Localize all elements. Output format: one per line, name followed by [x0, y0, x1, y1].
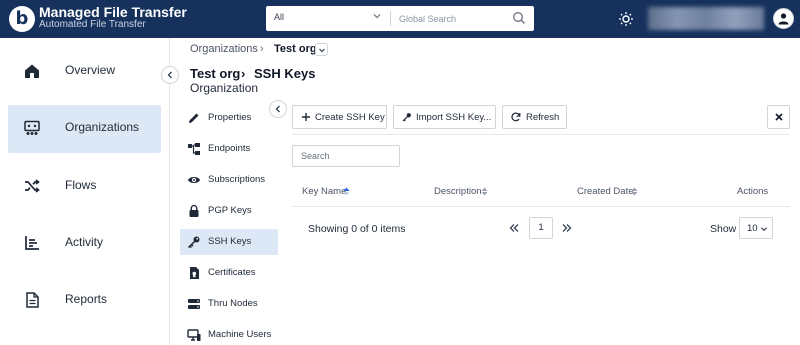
certificate-icon [190, 267, 199, 279]
page-title-separator: › [241, 66, 246, 81]
page-subtitle: Organization [190, 81, 259, 95]
chevron-down-icon [319, 48, 325, 53]
plus-icon [302, 113, 310, 121]
sidebar-item-label: Flows [65, 178, 97, 192]
sort-ascending-icon[interactable] [343, 187, 350, 196]
import-ssh-key-label: Import SSH Key... [416, 112, 492, 123]
subnav-item-label: Certificates [208, 267, 256, 278]
user-name-redacted [648, 7, 764, 30]
sidebar-item-label: Organizations [65, 120, 140, 134]
subnav-item-machine-users[interactable]: Machine Users [180, 322, 278, 345]
search-scope-select[interactable]: All [274, 12, 284, 22]
page-size-select[interactable]: 10 [739, 217, 773, 239]
subnav-item-label: Machine Users [208, 329, 272, 340]
app-logo[interactable]: b [9, 6, 35, 32]
subnav-item-label: SSH Keys [208, 236, 252, 247]
lock-icon [189, 204, 199, 217]
page-size-value: 10 [747, 223, 758, 234]
subnav-item-label: Thru Nodes [208, 298, 258, 309]
app-title: Managed File Transfer [39, 4, 187, 20]
column-header-description[interactable]: Description [434, 186, 482, 197]
subnav-item-thru-nodes[interactable]: Thru Nodes [180, 291, 278, 317]
search-divider [390, 11, 391, 26]
top-header: b Managed File Transfer Automated File T… [0, 0, 800, 38]
grid-search-input[interactable] [292, 145, 400, 167]
collapse-main-sidebar-button[interactable] [161, 66, 179, 84]
page-title-org: Test org [190, 66, 241, 81]
servers-icon [188, 299, 200, 309]
shuffle-icon [25, 179, 40, 193]
sidebar-item-label: Overview [65, 63, 116, 77]
toolbar-divider [292, 134, 790, 135]
search-icon[interactable] [512, 11, 526, 25]
machine-user-icon [187, 329, 201, 341]
breadcrumb-current: Test org [274, 43, 317, 55]
global-search-bar: All [266, 6, 534, 31]
pencil-icon [189, 113, 199, 123]
sidebar-item-overview[interactable]: Overview [8, 48, 161, 96]
sort-icon[interactable] [481, 187, 488, 196]
collapse-subnav-button[interactable] [269, 100, 287, 118]
chevron-down-icon[interactable] [372, 11, 382, 21]
column-header-key-name[interactable]: Key Name [302, 186, 346, 197]
key-icon [402, 113, 411, 122]
chevron-left-icon [275, 105, 280, 113]
pager-summary: Showing 0 of 0 items [308, 223, 406, 235]
sidebar-item-activity[interactable]: Activity [8, 220, 161, 268]
endpoints-icon [188, 143, 200, 155]
subnav-item-endpoints[interactable]: Endpoints [180, 136, 278, 162]
breadcrumb-separator: › [260, 43, 264, 55]
subnav-item-label: PGP Keys [208, 205, 252, 216]
sidebar-item-reports[interactable]: Reports [8, 277, 161, 325]
subnav-item-label: Endpoints [208, 143, 251, 154]
refresh-button[interactable]: Refresh [502, 105, 567, 129]
sidebar-item-flows[interactable]: Flows [8, 163, 161, 211]
page-title: SSH Keys [254, 66, 316, 81]
activity-chart-icon [25, 236, 39, 250]
global-search-input[interactable] [399, 10, 509, 27]
create-ssh-key-label: Create SSH Key [315, 112, 385, 123]
subnav-item-label: Subscriptions [208, 174, 266, 185]
column-header-created-date[interactable]: Created Date [577, 186, 634, 197]
pager-current-page[interactable]: 1 [529, 217, 553, 239]
subnav-item-label: Properties [208, 112, 252, 123]
sidebar-item-organizations[interactable]: Organizations [8, 105, 161, 153]
close-panel-button[interactable] [767, 105, 790, 129]
refresh-icon [511, 112, 521, 122]
subnav-item-subscriptions[interactable]: Subscriptions [180, 167, 278, 193]
subnav-item-pgp-keys[interactable]: PGP Keys [180, 198, 278, 224]
sidebar-item-label: Activity [65, 235, 104, 249]
breadcrumb-organizations-link[interactable]: Organizations [190, 43, 258, 55]
report-document-icon [26, 292, 39, 308]
create-ssh-key-button[interactable]: Create SSH Key [292, 105, 387, 129]
subnav-item-certificates[interactable]: Certificates [180, 260, 278, 286]
grid-header-divider [292, 206, 790, 207]
sort-icon[interactable] [631, 187, 638, 196]
avatar[interactable] [773, 8, 794, 29]
chevron-double-left-icon[interactable] [508, 222, 520, 234]
subnav-item-properties[interactable]: Properties [180, 105, 278, 131]
chevron-double-right-icon[interactable] [561, 222, 573, 234]
sun-icon[interactable] [618, 11, 634, 27]
breadcrumb-org-dropdown[interactable] [315, 43, 328, 56]
main-sidebar: Overview Organizations Flows Activity Re… [0, 38, 170, 345]
key-icon [187, 236, 200, 249]
sidebar-item-label: Reports [65, 292, 108, 306]
chevron-down-icon [761, 227, 767, 232]
page-size-label: Show [710, 223, 737, 235]
column-header-actions: Actions [737, 186, 769, 197]
chevron-left-icon [167, 71, 172, 79]
app-subtitle: Automated File Transfer [39, 19, 146, 30]
refresh-label: Refresh [526, 112, 560, 123]
user-icon [778, 13, 789, 25]
organizations-icon [24, 120, 40, 135]
home-icon [25, 64, 39, 78]
eye-icon [188, 177, 200, 183]
import-ssh-key-button[interactable]: Import SSH Key... [393, 105, 496, 129]
subnav-item-ssh-keys[interactable]: SSH Keys [180, 229, 278, 255]
close-icon [775, 113, 783, 121]
